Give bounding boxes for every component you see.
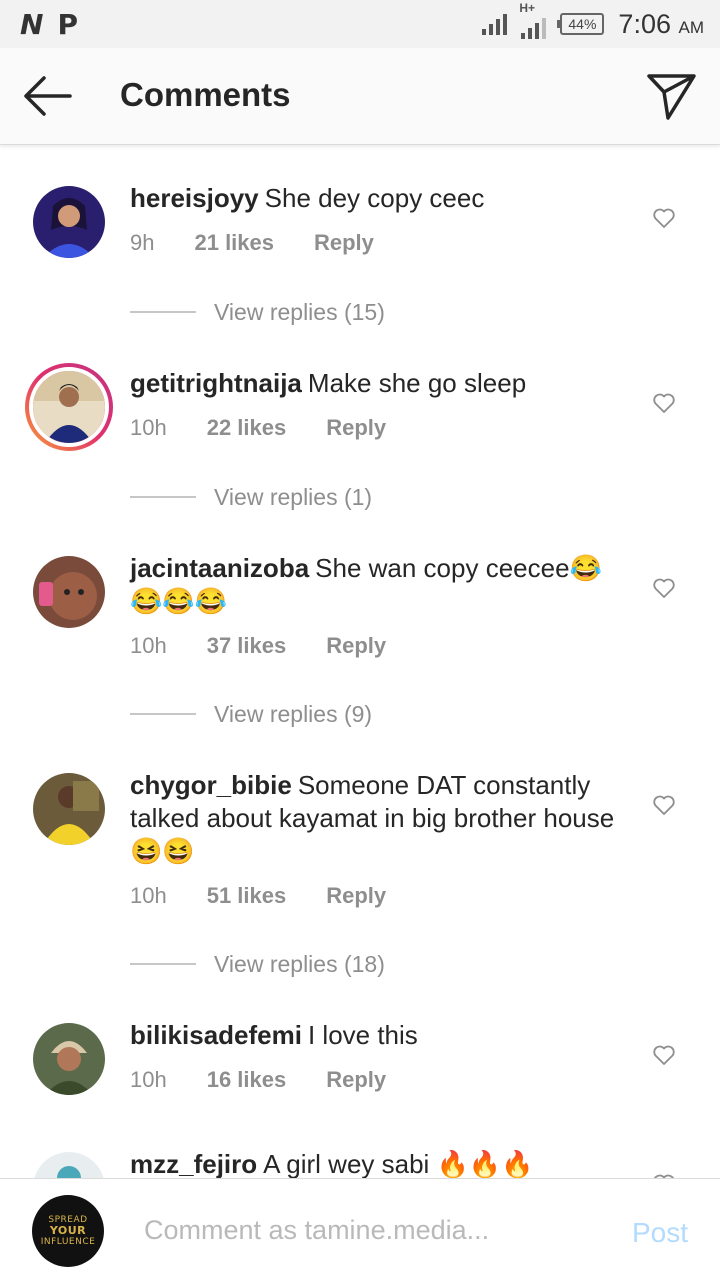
- notification-icons: NP: [20, 8, 92, 41]
- view-replies-label: View replies (9): [214, 700, 373, 727]
- avatar[interactable]: [33, 773, 105, 845]
- comment-time: 10h: [130, 633, 167, 658]
- comment-username[interactable]: hereisjoyy: [130, 183, 259, 213]
- comment-text: mzz_fejiro A girl wey sabi 🔥🔥🔥: [130, 1148, 620, 1178]
- view-replies-label: View replies (18): [214, 950, 385, 977]
- avatar[interactable]: [33, 556, 105, 628]
- avatar-logo-text: SPREAD YOUR INFLUENCE: [40, 1215, 96, 1247]
- comment-body: A girl wey sabi 🔥🔥🔥: [263, 1149, 534, 1178]
- divider: [130, 713, 196, 715]
- my-avatar[interactable]: SPREAD YOUR INFLUENCE: [32, 1195, 104, 1267]
- share-button[interactable]: [646, 70, 698, 122]
- avatar[interactable]: [25, 363, 113, 451]
- paper-plane-icon: [647, 74, 696, 120]
- comment-text: hereisjoyy She dey copy ceec: [130, 182, 620, 215]
- comment-composer: SPREAD YOUR INFLUENCE Post: [0, 1178, 720, 1281]
- view-replies-button[interactable]: View replies (15): [130, 297, 385, 327]
- clock-time: 7:06: [618, 8, 671, 39]
- heart-icon[interactable]: [652, 1043, 676, 1067]
- view-replies-button[interactable]: View replies (9): [130, 699, 372, 729]
- heart-icon[interactable]: [652, 576, 676, 600]
- app-header: Comments: [0, 48, 720, 145]
- p-notification-icon: P: [57, 8, 78, 41]
- comment-likes[interactable]: 22 likes: [207, 415, 287, 440]
- post-button[interactable]: Post: [632, 1217, 688, 1249]
- divider: [130, 496, 196, 498]
- comment-time: 10h: [130, 1067, 167, 1092]
- comment-body: Make she go sleep: [307, 368, 527, 398]
- comment-username[interactable]: chygor_bibie: [130, 770, 292, 800]
- heart-icon[interactable]: [652, 206, 676, 230]
- comment-likes[interactable]: 37 likes: [207, 633, 287, 658]
- reply-button[interactable]: Reply: [314, 230, 374, 255]
- reply-button[interactable]: Reply: [326, 633, 386, 658]
- mobile-data-icon: H+: [519, 1, 547, 39]
- comment-input[interactable]: [130, 1205, 600, 1255]
- comment-username[interactable]: getitrightnaija: [130, 368, 302, 398]
- comment-likes[interactable]: 51 likes: [207, 883, 287, 908]
- heart-icon[interactable]: [652, 391, 676, 415]
- clock: 7:06 AM: [618, 9, 704, 40]
- clock-ampm: AM: [678, 17, 705, 37]
- comment-time: 9h: [130, 230, 155, 255]
- n-notification-icon: N: [20, 8, 44, 41]
- comment-username[interactable]: mzz_fejiro: [130, 1149, 257, 1178]
- reply-button[interactable]: Reply: [326, 415, 386, 440]
- view-replies-button[interactable]: View replies (18): [130, 949, 385, 979]
- comment-likes[interactable]: 21 likes: [194, 230, 274, 255]
- back-button[interactable]: [20, 72, 74, 120]
- divider: [130, 311, 196, 313]
- comment-likes[interactable]: 16 likes: [207, 1067, 287, 1092]
- heart-icon[interactable]: [652, 793, 676, 817]
- comment-time: 10h: [130, 883, 167, 908]
- comment-username[interactable]: bilikisadefemi: [130, 1020, 302, 1050]
- comment-body: She dey copy ceec: [264, 183, 485, 213]
- comment-body: I love this: [307, 1020, 418, 1050]
- reply-button[interactable]: Reply: [326, 1067, 386, 1092]
- comment-list[interactable]: hereisjoyy She dey copy ceec 9h 21 likes Re…: [0, 145, 720, 1178]
- comment-text: bilikisadefemi I love this: [130, 1019, 620, 1052]
- avatar[interactable]: [33, 186, 105, 258]
- avatar[interactable]: [33, 1023, 105, 1095]
- view-replies-label: View replies (1): [214, 483, 373, 510]
- battery-level: 44%: [568, 16, 597, 32]
- comment-time: 10h: [130, 415, 167, 440]
- arrow-left-icon: [24, 76, 72, 116]
- view-replies-button[interactable]: View replies (1): [130, 482, 372, 512]
- comment-text: chygor_bibie Someone DAT constantly talke…: [130, 769, 620, 868]
- story-ring: [29, 367, 109, 447]
- network-type-label: H+: [519, 1, 536, 15]
- signal-icon: [482, 13, 508, 35]
- comment-text: jacintaanizoba She wan copy ceecee😂😂😂😂: [130, 552, 620, 618]
- reply-button[interactable]: Reply: [326, 883, 386, 908]
- page-title: Comments: [120, 76, 291, 113]
- battery-icon: 44%: [557, 13, 605, 35]
- avatar[interactable]: [33, 1152, 105, 1178]
- comment-username[interactable]: jacintaanizoba: [130, 553, 309, 583]
- view-replies-label: View replies (15): [214, 298, 385, 325]
- divider: [130, 963, 196, 965]
- comment-text: getitrightnaija Make she go sleep: [130, 367, 620, 400]
- status-bar: NP H+ 44% 7:06 AM: [0, 0, 720, 48]
